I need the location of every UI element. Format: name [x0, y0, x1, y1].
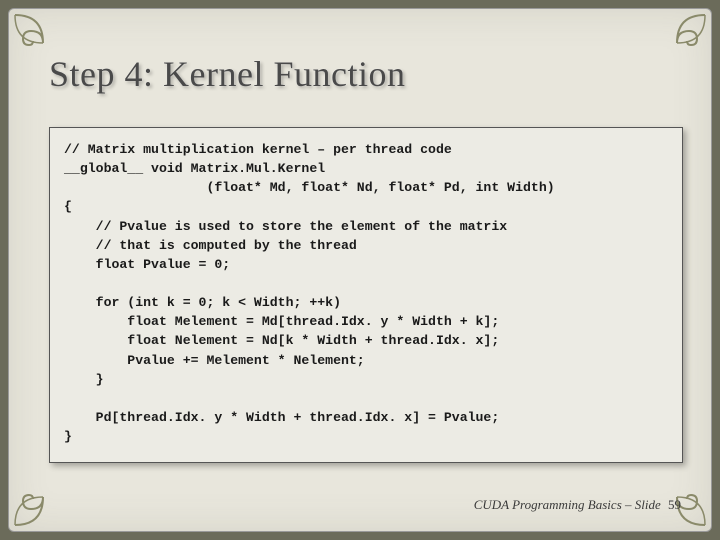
- code-block: // Matrix multiplication kernel – per th…: [49, 127, 683, 463]
- slide-title: Step 4: Kernel Function: [49, 53, 405, 95]
- corner-ornament-icon: [13, 467, 73, 527]
- footer-text: CUDA Programming Basics – Slide: [474, 497, 661, 512]
- slide-frame: Step 4: Kernel Function // Matrix multip…: [8, 8, 712, 532]
- slide-number: 59: [668, 497, 681, 512]
- slide-footer: CUDA Programming Basics – Slide 59: [474, 497, 681, 513]
- corner-ornament-icon: [647, 13, 707, 73]
